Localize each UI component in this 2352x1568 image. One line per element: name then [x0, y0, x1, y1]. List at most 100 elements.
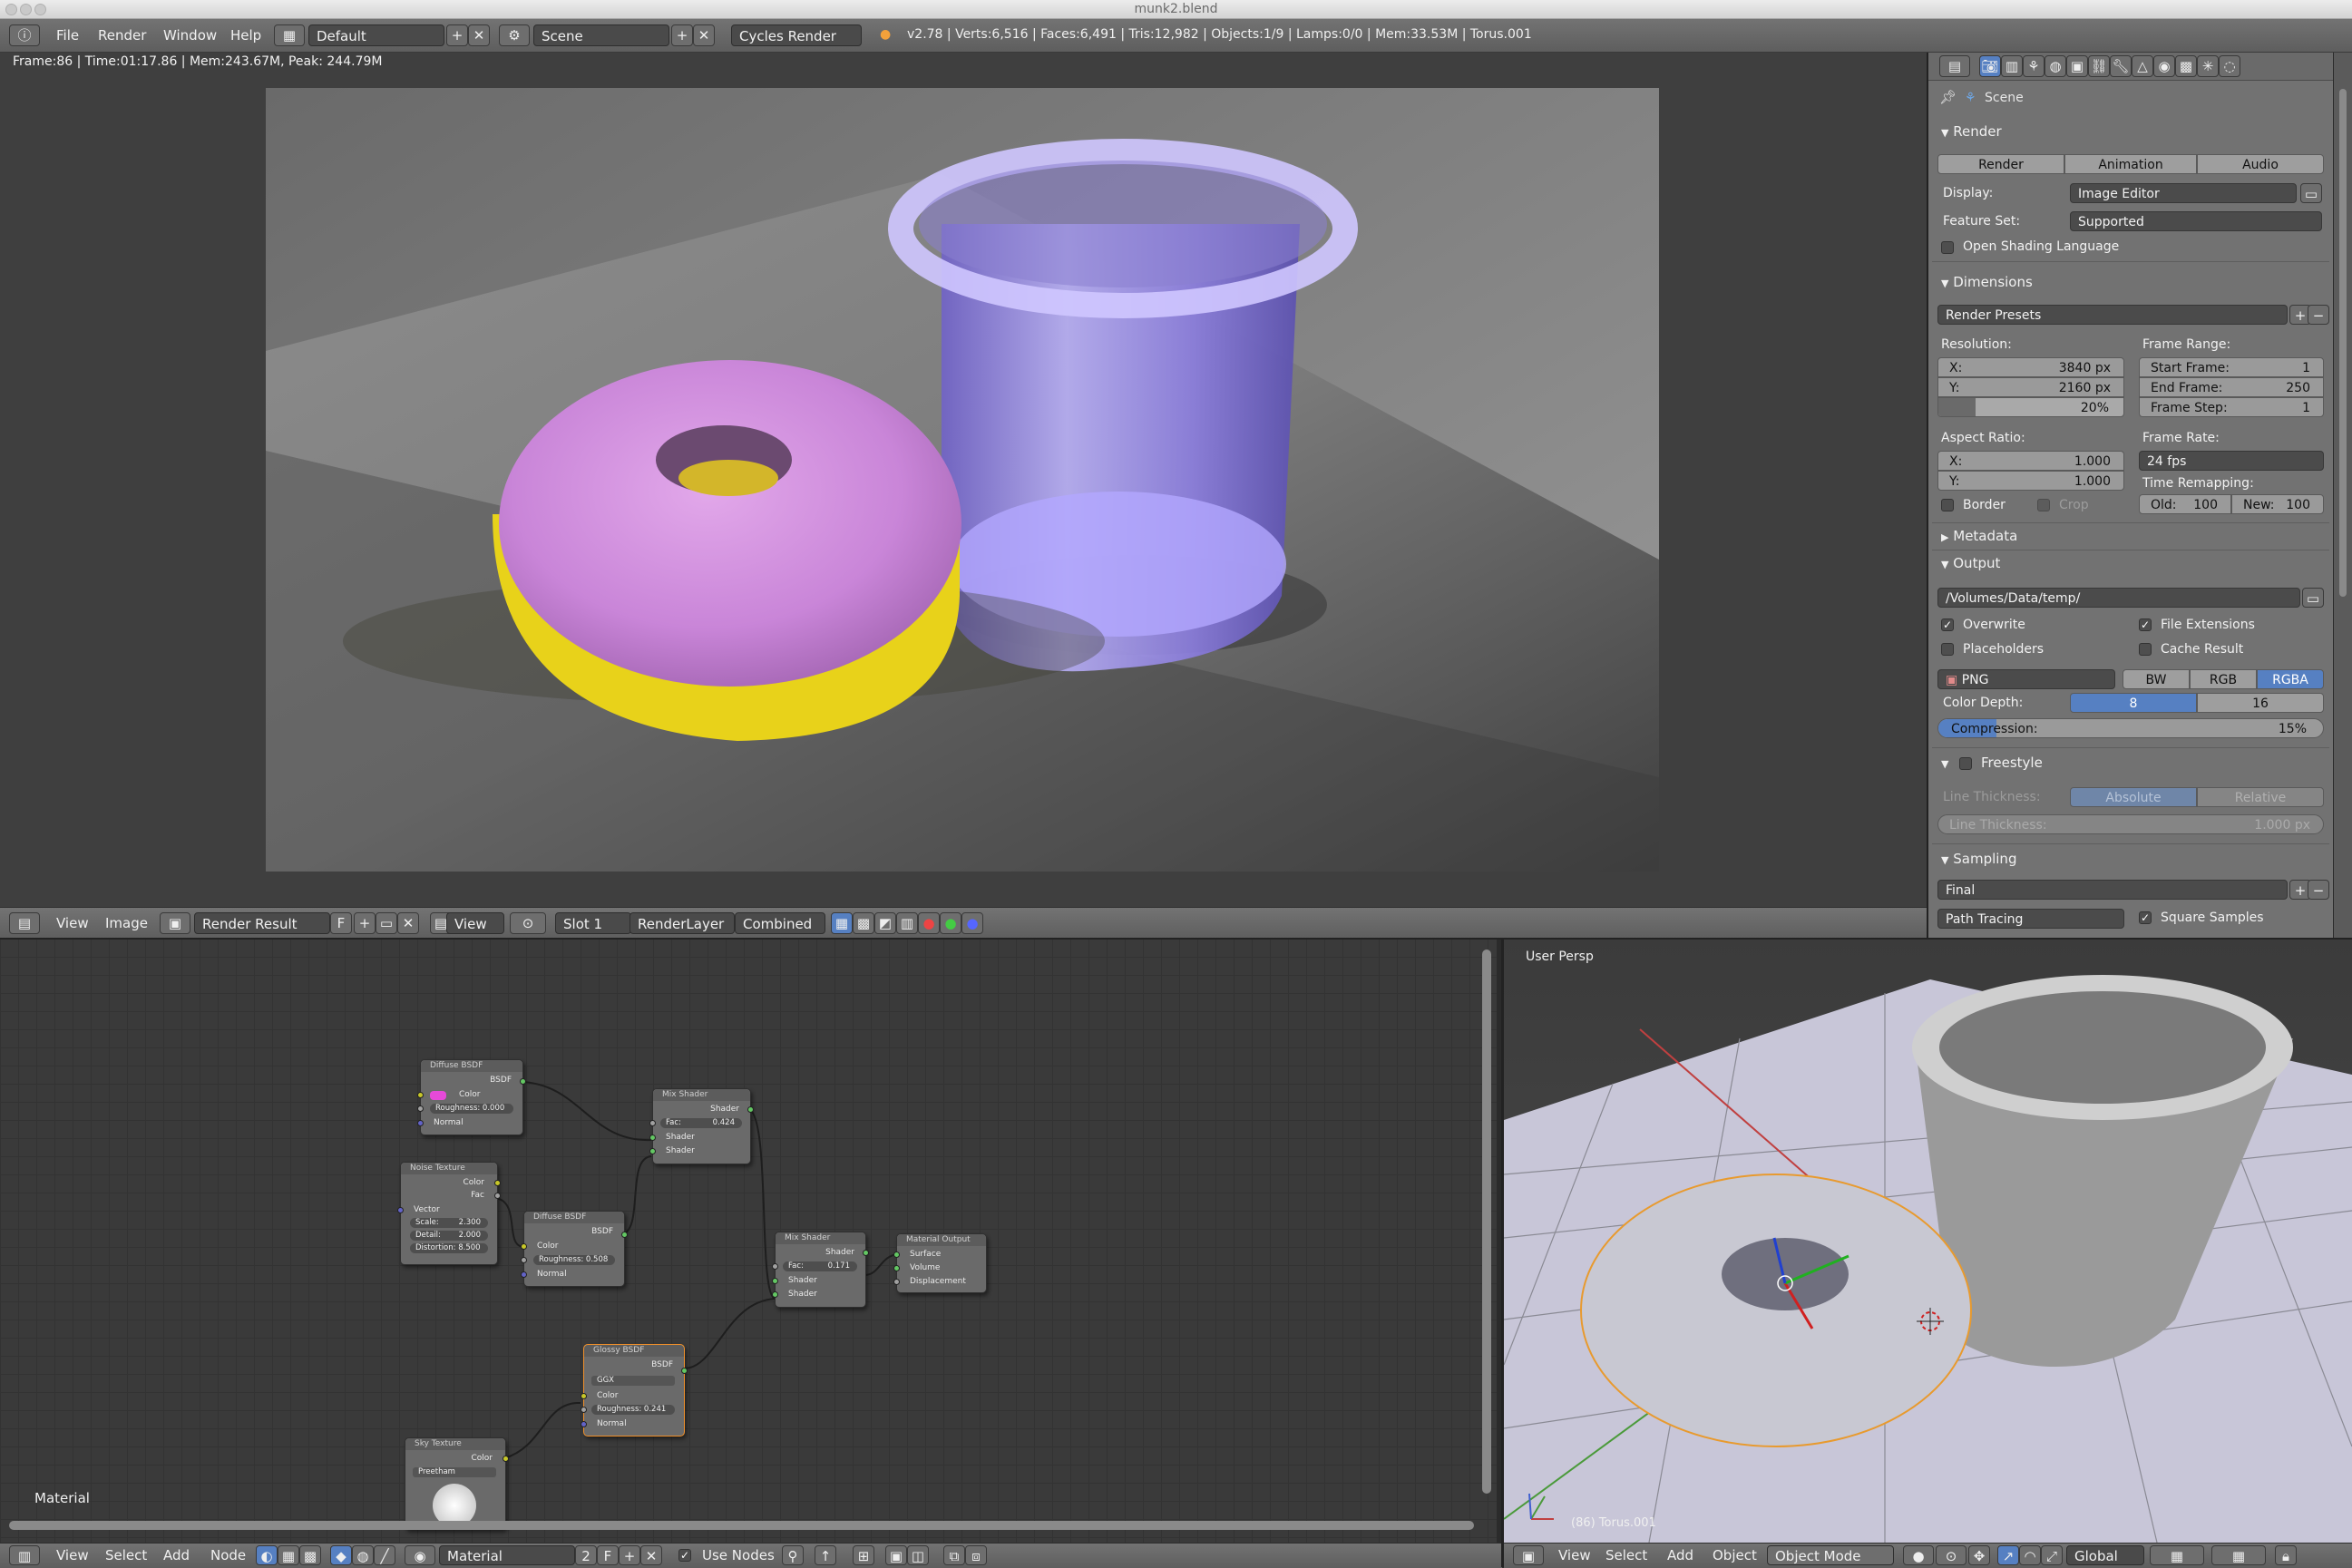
- output-socket[interactable]: [520, 1078, 526, 1085]
- editor-type-node-icon[interactable]: ▥: [9, 1545, 40, 1565]
- output-socket-fac[interactable]: [494, 1193, 501, 1199]
- pivot-point-icon[interactable]: ⊙: [1936, 1545, 1967, 1565]
- audio-button[interactable]: Audio: [2197, 154, 2324, 174]
- image-new-icon[interactable]: +: [354, 912, 376, 934]
- end-frame-field[interactable]: End Frame: 250: [2139, 377, 2324, 397]
- output-socket[interactable]: [863, 1250, 869, 1256]
- input-socket-roughness[interactable]: [581, 1407, 587, 1413]
- scene-tab-icon[interactable]: ⚘: [2023, 55, 2045, 77]
- render-tab-icon[interactable]: 📷︎: [1979, 55, 2001, 77]
- color-mode-rgba[interactable]: RGBA: [2257, 669, 2324, 689]
- input-socket-shader-2[interactable]: [772, 1291, 778, 1298]
- render-button[interactable]: Render: [1937, 154, 2064, 174]
- freestyle-panel-header[interactable]: ▼: [1941, 755, 1948, 771]
- line-style-icon[interactable]: ╱: [374, 1545, 395, 1565]
- object-shader-icon[interactable]: ◆: [330, 1545, 352, 1565]
- start-frame-field[interactable]: Start Frame: 1: [2139, 357, 2324, 377]
- image-name-field[interactable]: Render Result: [194, 912, 330, 934]
- node-menu-select[interactable]: Select: [105, 1547, 147, 1563]
- render-pass-select[interactable]: Combined: [735, 912, 825, 934]
- material-add-icon[interactable]: +: [619, 1545, 640, 1565]
- placeholders-checkbox[interactable]: [1941, 643, 1954, 656]
- node-material-output[interactable]: Material Output Surface Volume Displacem…: [893, 1233, 987, 1293]
- overwrite-checkbox[interactable]: ✓: [1941, 618, 1954, 631]
- line-thickness-absolute[interactable]: Absolute: [2070, 787, 2197, 807]
- viewport-shading-icon[interactable]: ●: [1903, 1545, 1934, 1565]
- image-fake-user-button[interactable]: F: [330, 912, 352, 934]
- lock-layers-icon[interactable]: 🔒︎: [2275, 1545, 2297, 1565]
- input-socket-normal[interactable]: [417, 1120, 424, 1126]
- sampling-presets-select[interactable]: Final: [1937, 880, 2288, 900]
- input-socket-color[interactable]: [521, 1243, 527, 1250]
- remove-sampling-preset-icon[interactable]: −: [2308, 880, 2329, 900]
- viewport-menu-select[interactable]: Select: [1605, 1547, 1647, 1563]
- node-editor-v-scrollbar[interactable]: [1482, 950, 1491, 1494]
- pivot-icon[interactable]: ⊙: [510, 912, 546, 934]
- pin-node-tree-icon[interactable]: ⚲: [782, 1545, 804, 1565]
- color-swatch[interactable]: [430, 1091, 446, 1100]
- image-menu-view[interactable]: View: [56, 915, 89, 931]
- material-unlink-icon[interactable]: ✕: [640, 1545, 662, 1565]
- image-unlink-icon[interactable]: ✕: [397, 912, 419, 934]
- material-tab-icon[interactable]: ◉: [2153, 55, 2175, 77]
- scale-manipulator-icon[interactable]: ⤢: [2041, 1545, 2063, 1565]
- fac-slider[interactable]: Fac: 0.171: [783, 1261, 857, 1271]
- draw-channels-alpha-icon[interactable]: ▩: [853, 912, 874, 934]
- frame-step-field[interactable]: Frame Step: 1: [2139, 397, 2324, 417]
- screen-layout-field[interactable]: Default: [308, 24, 444, 46]
- display-window-icon[interactable]: ▭: [2300, 183, 2322, 203]
- constraints-tab-icon[interactable]: ⛓: [2088, 55, 2110, 77]
- remap-new-field[interactable]: New: 100: [2231, 494, 2324, 514]
- zoom-window-button[interactable]: [34, 4, 46, 15]
- file-extensions-checkbox[interactable]: ✓: [2139, 618, 2152, 631]
- go-parent-icon[interactable]: ↑: [815, 1545, 836, 1565]
- input-socket-color[interactable]: [581, 1393, 587, 1399]
- color-mode-rgb[interactable]: RGB: [2190, 669, 2257, 689]
- material-fake-user-button[interactable]: F: [597, 1545, 619, 1565]
- remove-layout-icon[interactable]: ✕: [468, 24, 490, 46]
- particles-tab-icon[interactable]: ✳: [2197, 55, 2219, 77]
- color-depth-8[interactable]: 8: [2070, 693, 2197, 713]
- metadata-panel-header[interactable]: ▶ Metadata: [1941, 528, 2017, 544]
- layers-icon-2[interactable]: ▦: [2211, 1545, 2266, 1565]
- input-socket-roughness[interactable]: [417, 1105, 424, 1112]
- output-socket-color[interactable]: [494, 1180, 501, 1186]
- crop-checkbox[interactable]: [2037, 499, 2050, 511]
- node-menu-node[interactable]: Node: [210, 1547, 246, 1563]
- remove-preset-icon[interactable]: −: [2308, 305, 2329, 325]
- render-panel-header[interactable]: ▼ Render: [1941, 123, 2002, 140]
- roughness-slider[interactable]: Roughness: 0.241: [591, 1405, 675, 1415]
- aspect-x-field[interactable]: X: 1.000: [1937, 451, 2124, 471]
- snap-icon[interactable]: ⊞: [853, 1545, 874, 1565]
- menu-window[interactable]: Window: [163, 27, 217, 44]
- line-thickness-field[interactable]: Line Thickness: 1.000 px: [1937, 814, 2324, 834]
- rotate-manipulator-icon[interactable]: ◠: [2019, 1545, 2041, 1565]
- image-menu-image[interactable]: Image: [105, 915, 148, 931]
- resolution-x-field[interactable]: X: 3840 px: [1937, 357, 2124, 377]
- material-users-count[interactable]: 2: [575, 1545, 597, 1565]
- render-presets-select[interactable]: Render Presets: [1937, 305, 2288, 325]
- modifiers-tab-icon[interactable]: 🔧︎: [2110, 55, 2132, 77]
- data-tab-icon[interactable]: △: [2132, 55, 2153, 77]
- draw-channels-color-icon[interactable]: ▦: [831, 912, 853, 934]
- paste-nodes-icon[interactable]: ⧈: [965, 1545, 987, 1565]
- fac-slider[interactable]: Fac: 0.424: [660, 1118, 742, 1128]
- output-socket-color[interactable]: [503, 1456, 509, 1462]
- interaction-mode-select[interactable]: Object Mode: [1767, 1545, 1894, 1565]
- input-socket-color[interactable]: [417, 1092, 424, 1098]
- line-thickness-relative[interactable]: Relative: [2197, 787, 2324, 807]
- output-socket[interactable]: [681, 1368, 688, 1374]
- draw-channels-z-icon[interactable]: ◩: [874, 912, 896, 934]
- remap-old-field[interactable]: Old: 100: [2139, 494, 2231, 514]
- area-divider-vertical[interactable]: [1501, 940, 1504, 1567]
- translate-manipulator-icon[interactable]: ↗: [1997, 1545, 2019, 1565]
- input-socket-shader-1[interactable]: [649, 1135, 656, 1141]
- node-editor[interactable]: Diffuse BSDF BSDF Color Roughness: 0.000…: [0, 939, 1497, 1543]
- sky-type-select[interactable]: Preetham: [413, 1467, 496, 1477]
- material-name-field[interactable]: Material: [439, 1545, 575, 1565]
- view-mode-select[interactable]: View: [446, 912, 504, 934]
- input-socket-normal[interactable]: [521, 1271, 527, 1278]
- input-socket-vector[interactable]: [397, 1207, 404, 1213]
- color-depth-16[interactable]: 16: [2197, 693, 2324, 713]
- node-diffuse-bsdf-2[interactable]: Diffuse BSDF BSDF Color Roughness: 0.508…: [521, 1211, 628, 1287]
